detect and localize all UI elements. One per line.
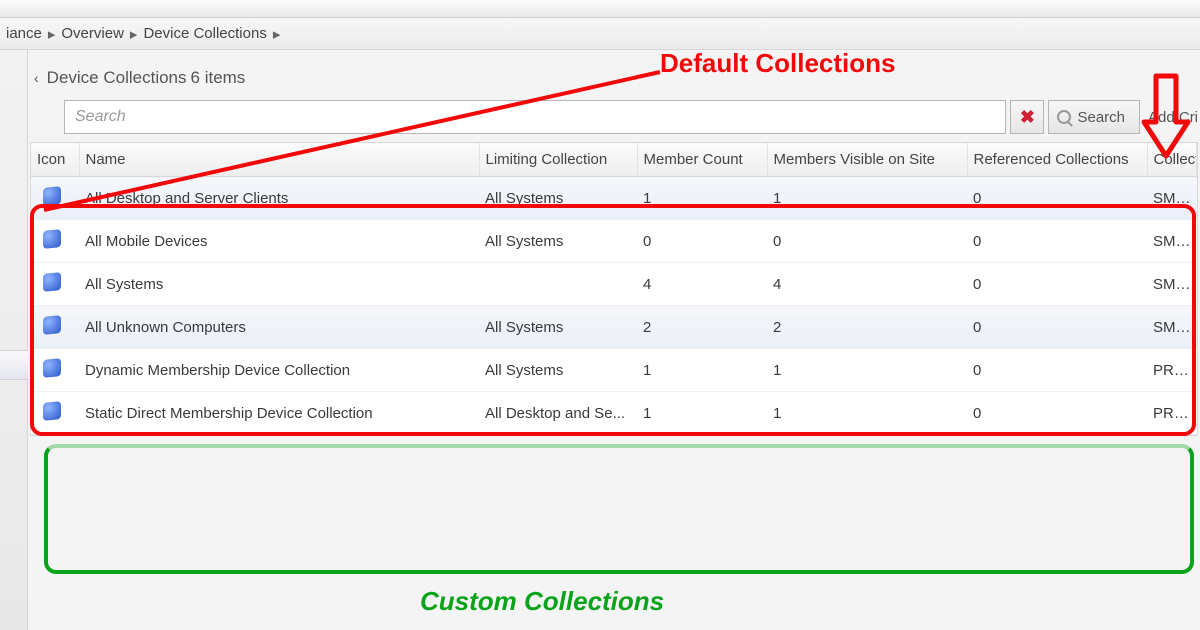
breadcrumb-item[interactable]: iance <box>2 25 46 42</box>
add-criteria-button[interactable]: Add Crit <box>1144 100 1198 134</box>
table-row[interactable]: All Desktop and Server ClientsAll System… <box>31 177 1197 220</box>
cell-collection-id: SMS000US <box>1147 306 1197 349</box>
cell-member-count: 2 <box>637 306 767 349</box>
cell-member-count: 1 <box>637 392 767 435</box>
col-collection-id[interactable]: Collection ID <box>1147 143 1197 177</box>
cell-icon <box>31 306 79 349</box>
search-icon <box>1057 110 1071 124</box>
col-name[interactable]: Name <box>79 143 479 177</box>
collection-icon <box>43 272 61 292</box>
cell-name: All Unknown Computers <box>79 306 479 349</box>
main-panel: ‹ Device Collections 6 items ✖ Search Ad… <box>28 50 1200 630</box>
cell-collection-id: SMSDM003 <box>1147 177 1197 220</box>
collection-icon <box>43 186 61 206</box>
add-criteria-label: Add Crit <box>1148 109 1198 126</box>
breadcrumb-item[interactable]: Device Collections <box>139 25 270 42</box>
cell-collection-id: PR300017 <box>1147 392 1197 435</box>
cell-limiting: All Systems <box>479 220 637 263</box>
chevron-right-icon: ▸ <box>128 25 140 43</box>
search-bar: ✖ Search Add Crit <box>28 100 1200 142</box>
cell-referenced: 0 <box>967 220 1147 263</box>
cell-limiting: All Systems <box>479 177 637 220</box>
cell-member-count: 1 <box>637 349 767 392</box>
cell-collection-id: SMSDM001 <box>1147 220 1197 263</box>
chevron-right-icon: ▸ <box>46 25 58 43</box>
cell-name: Static Direct Membership Device Collecti… <box>79 392 479 435</box>
cell-icon <box>31 392 79 435</box>
cell-limiting: All Desktop and Se... <box>479 392 637 435</box>
collection-icon <box>43 315 61 335</box>
cell-member-count: 1 <box>637 177 767 220</box>
cell-collection-id: PR300018 <box>1147 349 1197 392</box>
table-row[interactable]: All Unknown ComputersAll Systems220SMS00… <box>31 306 1197 349</box>
cell-members-visible: 0 <box>767 220 967 263</box>
cell-icon <box>31 349 79 392</box>
list-count: 6 items <box>191 68 246 88</box>
nav-gutter <box>0 50 28 630</box>
breadcrumb-item[interactable]: Overview <box>57 25 128 42</box>
cell-name: Dynamic Membership Device Collection <box>79 349 479 392</box>
cell-referenced: 0 <box>967 263 1147 306</box>
cell-referenced: 0 <box>967 349 1147 392</box>
breadcrumb: iance ▸ Overview ▸ Device Collections ▸ <box>0 18 1200 50</box>
cell-members-visible: 2 <box>767 306 967 349</box>
cell-limiting: All Systems <box>479 349 637 392</box>
cell-icon <box>31 177 79 220</box>
collection-icon <box>43 358 61 378</box>
cell-icon <box>31 220 79 263</box>
cell-icon <box>31 263 79 306</box>
cell-members-visible: 4 <box>767 263 967 306</box>
nav-tab-stub[interactable] <box>0 350 28 380</box>
window-titlebar <box>0 0 1200 18</box>
search-input[interactable] <box>64 100 1006 134</box>
col-member-count[interactable]: Member Count <box>637 143 767 177</box>
cell-name: All Desktop and Server Clients <box>79 177 479 220</box>
col-referenced[interactable]: Referenced Collections <box>967 143 1147 177</box>
cell-member-count: 0 <box>637 220 767 263</box>
chevron-right-icon: ▸ <box>271 25 283 43</box>
cell-limiting: All Systems <box>479 306 637 349</box>
collapse-caret-icon[interactable]: ‹ <box>34 70 39 86</box>
table-row[interactable]: All Systems440SMS00001 <box>31 263 1197 306</box>
table-row[interactable]: Dynamic Membership Device CollectionAll … <box>31 349 1197 392</box>
cell-members-visible: 1 <box>767 392 967 435</box>
table-row[interactable]: All Mobile DevicesAll Systems000SMSDM001 <box>31 220 1197 263</box>
col-icon[interactable]: Icon <box>31 143 79 177</box>
search-button-label: Search <box>1077 109 1125 126</box>
cell-limiting <box>479 263 637 306</box>
close-icon: ✖ <box>1020 107 1035 128</box>
cell-collection-id: SMS00001 <box>1147 263 1197 306</box>
cell-member-count: 4 <box>637 263 767 306</box>
cell-referenced: 0 <box>967 306 1147 349</box>
collection-icon <box>43 401 61 421</box>
list-header: ‹ Device Collections 6 items <box>28 50 1200 100</box>
collection-icon <box>43 229 61 249</box>
cell-name: All Systems <box>79 263 479 306</box>
col-members-visible[interactable]: Members Visible on Site <box>767 143 967 177</box>
cell-referenced: 0 <box>967 392 1147 435</box>
col-limiting[interactable]: Limiting Collection <box>479 143 637 177</box>
cell-referenced: 0 <box>967 177 1147 220</box>
cell-members-visible: 1 <box>767 177 967 220</box>
collections-table: Icon Name Limiting Collection Member Cou… <box>30 142 1198 436</box>
clear-search-button[interactable]: ✖ <box>1010 100 1044 134</box>
cell-name: All Mobile Devices <box>79 220 479 263</box>
search-button[interactable]: Search <box>1048 100 1140 134</box>
cell-members-visible: 1 <box>767 349 967 392</box>
table-row[interactable]: Static Direct Membership Device Collecti… <box>31 392 1197 435</box>
table-header-row: Icon Name Limiting Collection Member Cou… <box>31 143 1197 177</box>
list-title: Device Collections <box>47 68 187 88</box>
